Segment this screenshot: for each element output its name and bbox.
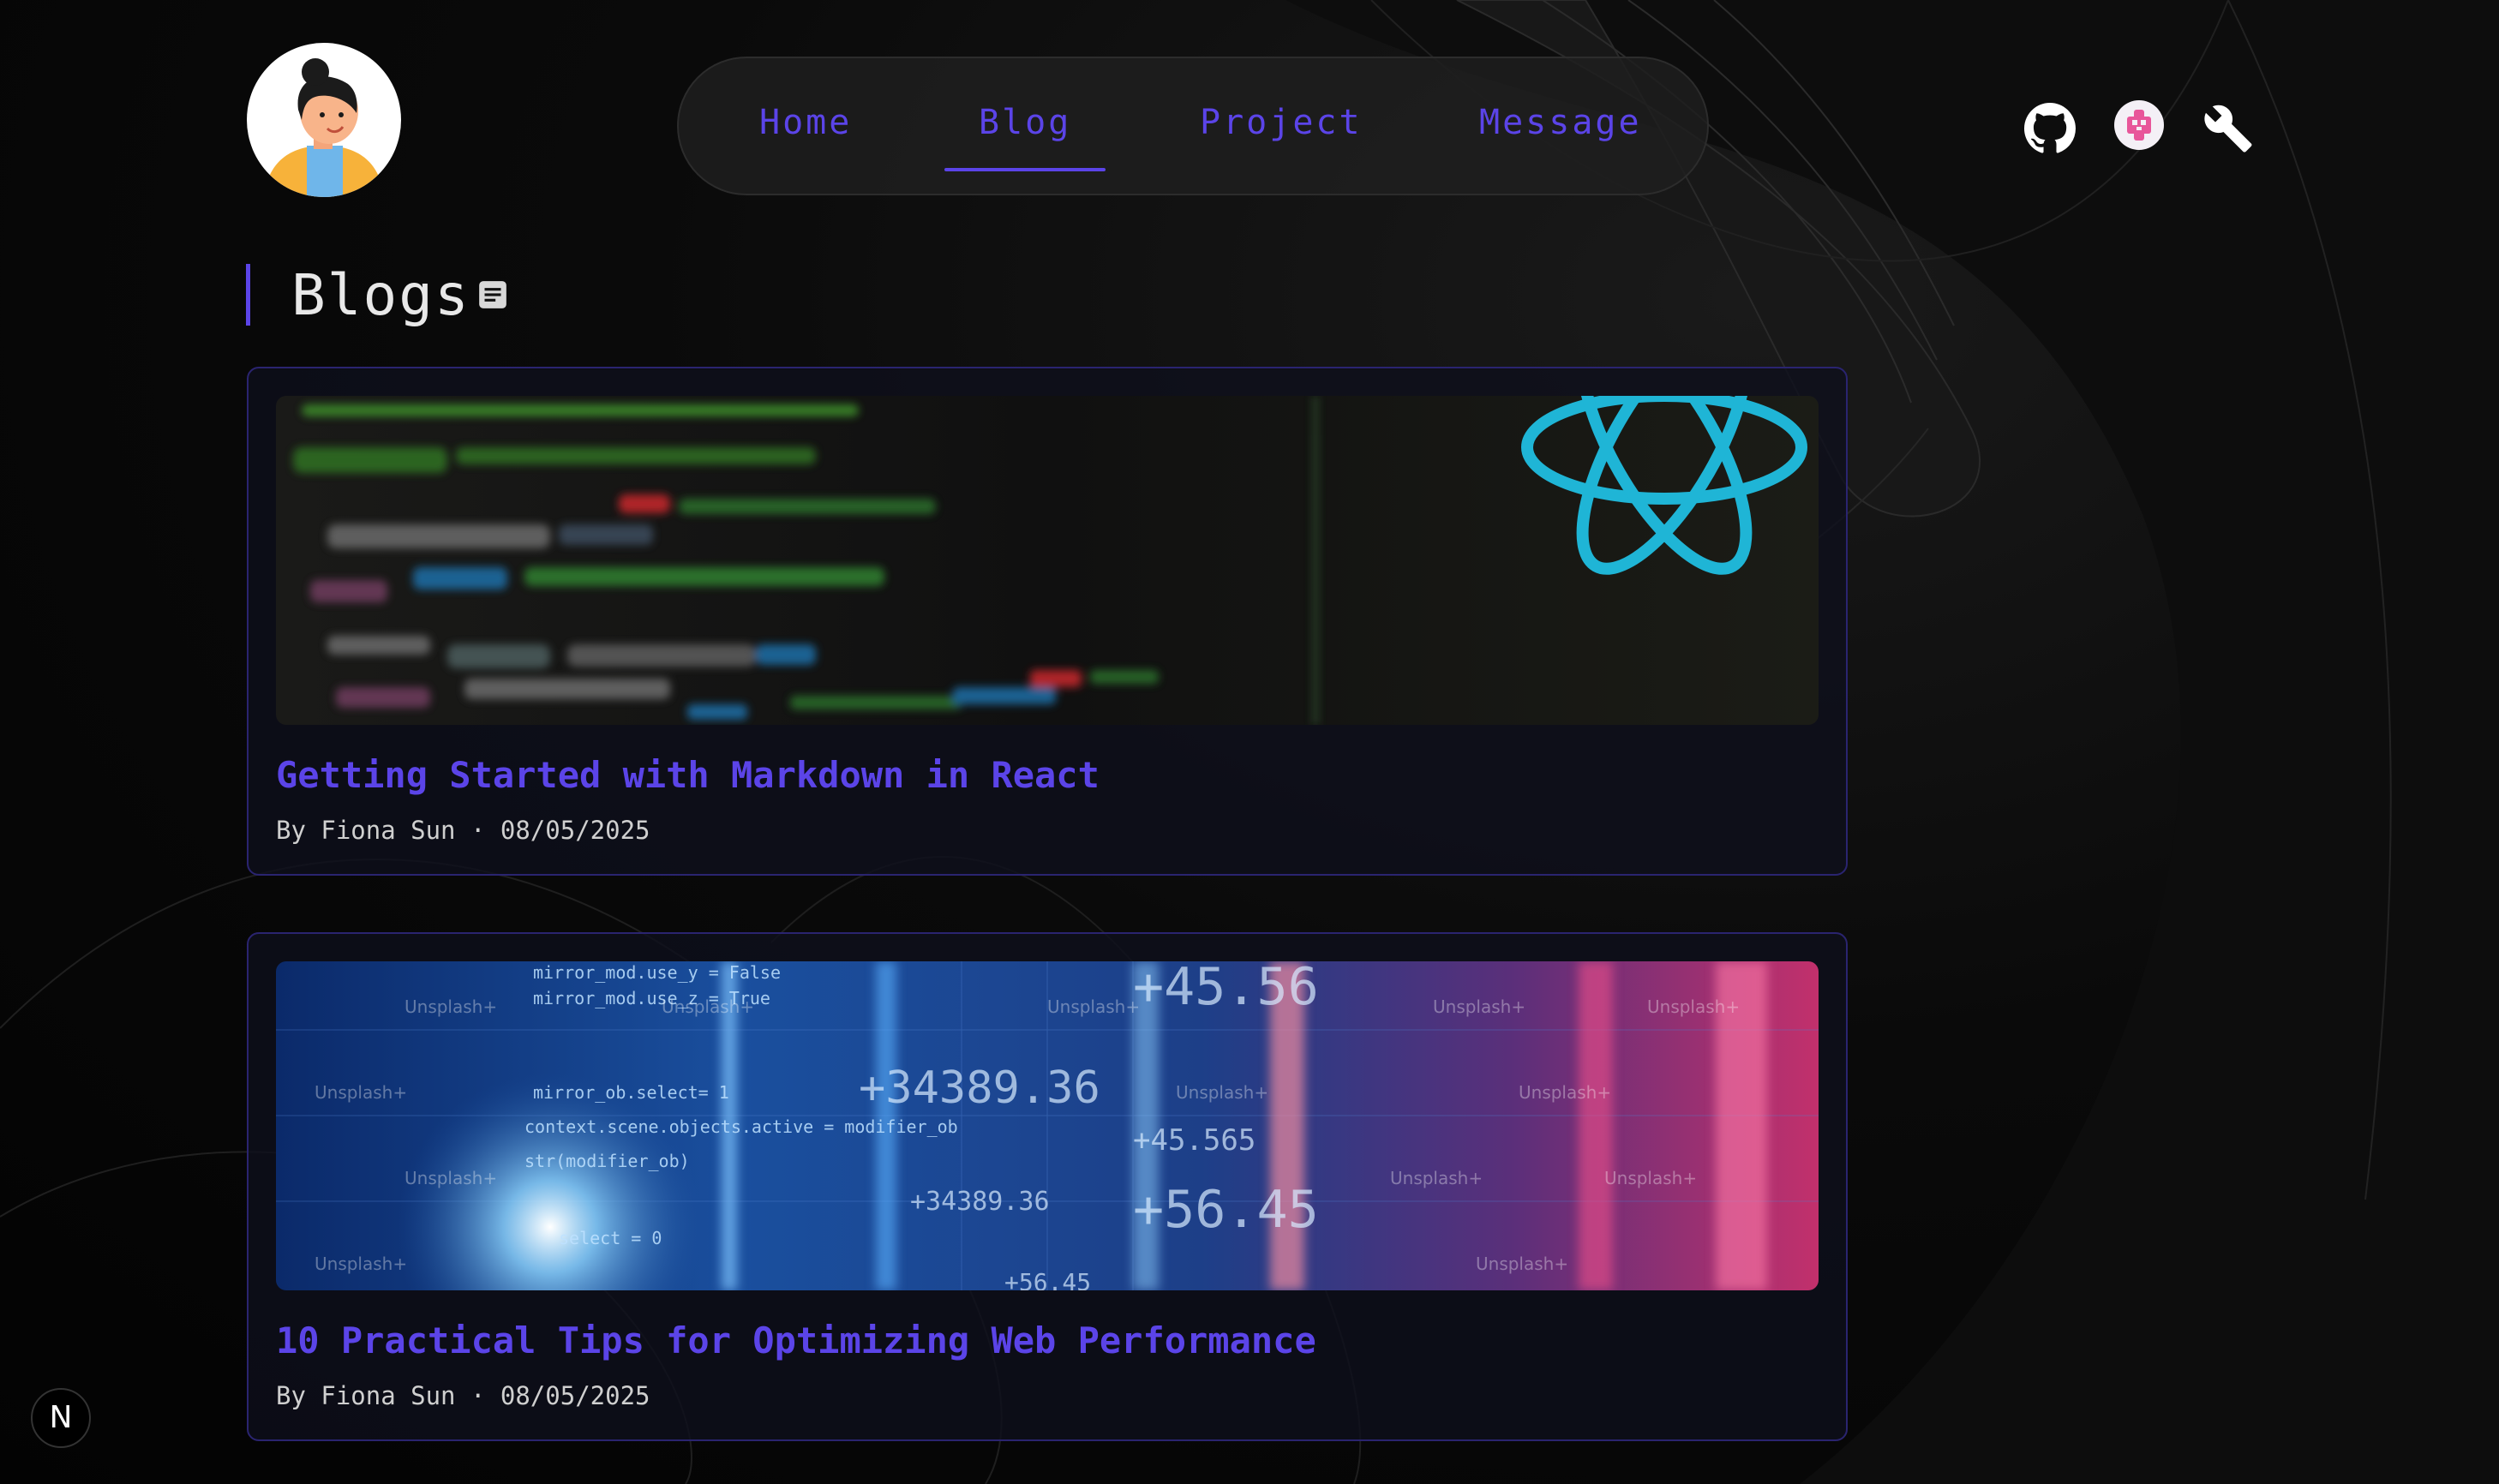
blog-card-meta: By Fiona Sun · 08/05/2025: [276, 816, 650, 845]
svg-text:+56.45: +56.45: [1133, 1180, 1319, 1240]
blog-card-title[interactable]: Getting Started with Markdown in React: [276, 754, 1100, 796]
nav-item-home[interactable]: Home: [759, 103, 852, 142]
svg-text:Unsplash+: Unsplash+: [1047, 996, 1140, 1017]
blog-card[interactable]: mirror_mod.use_y = False mirror_mod.use_…: [247, 932, 1848, 1441]
main-nav: Home Blog Project Message: [677, 57, 1709, 195]
avatar[interactable]: [247, 43, 401, 197]
blog-card-image[interactable]: mirror_mod.use_y = False mirror_mod.use_…: [276, 961, 1819, 1290]
nav-item-message[interactable]: Message: [1479, 103, 1642, 142]
svg-text:str(modifier_ob): str(modifier_ob): [524, 1151, 690, 1171]
svg-text:+45.56: +45.56: [1133, 961, 1319, 1017]
document-icon: [479, 281, 506, 308]
watermark-text: Unsplash+: [405, 996, 497, 1017]
svg-text:select = 0: select = 0: [559, 1228, 662, 1248]
data-visual-image: mirror_mod.use_y = False mirror_mod.use_…: [276, 961, 1819, 1290]
nav-item-blog[interactable]: Blog: [944, 103, 1106, 171]
svg-text:Unsplash+: Unsplash+: [1604, 1168, 1697, 1188]
svg-text:+45.565: +45.565: [1133, 1123, 1255, 1158]
github-icon[interactable]: [2024, 103, 2076, 154]
svg-text:Unsplash+: Unsplash+: [662, 996, 754, 1017]
svg-text:Unsplash+: Unsplash+: [1390, 1168, 1483, 1188]
page-title: Blogs: [291, 262, 470, 328]
svg-text:Unsplash+: Unsplash+: [405, 1168, 497, 1188]
dev-tools-badge[interactable]: N: [31, 1388, 91, 1448]
svg-text:context.scene.objects.active =: context.scene.objects.active = modifier_…: [524, 1116, 958, 1137]
svg-text:Unsplash+: Unsplash+: [1476, 1254, 1568, 1274]
svg-text:+34389.36: +34389.36: [910, 1187, 1050, 1217]
svg-text:Unsplash+: Unsplash+: [1176, 1082, 1268, 1103]
blog-card-title[interactable]: 10 Practical Tips for Optimizing Web Per…: [276, 1319, 1316, 1361]
code-screen-image: [276, 396, 1819, 725]
svg-text:Unsplash+: Unsplash+: [1433, 996, 1525, 1017]
svg-text:mirror_mod.use_y = False: mirror_mod.use_y = False: [533, 962, 781, 983]
svg-text:+56.45: +56.45: [1004, 1268, 1091, 1290]
avatar-illustration-icon: [264, 58, 384, 197]
svg-text:Unsplash+: Unsplash+: [1647, 996, 1740, 1017]
wrench-icon[interactable]: [2202, 103, 2254, 154]
heading-accent-bar: [246, 264, 250, 326]
blog-card-meta: By Fiona Sun · 08/05/2025: [276, 1381, 650, 1410]
app-logo-icon[interactable]: [2113, 99, 2165, 151]
blog-card[interactable]: Getting Started with Markdown in React B…: [247, 367, 1848, 876]
svg-text:Unsplash+: Unsplash+: [1519, 1082, 1611, 1103]
svg-text:mirror_ob.select= 1: mirror_ob.select= 1: [533, 1082, 729, 1103]
svg-text:Unsplash+: Unsplash+: [315, 1082, 407, 1103]
blog-card-image[interactable]: [276, 396, 1819, 725]
svg-text:Unsplash+: Unsplash+: [315, 1254, 407, 1274]
svg-text:+34389.36: +34389.36: [859, 1062, 1100, 1114]
nav-item-project[interactable]: Project: [1200, 103, 1363, 142]
page: Home Blog Project Message Blogs Getting …: [0, 0, 2499, 1484]
